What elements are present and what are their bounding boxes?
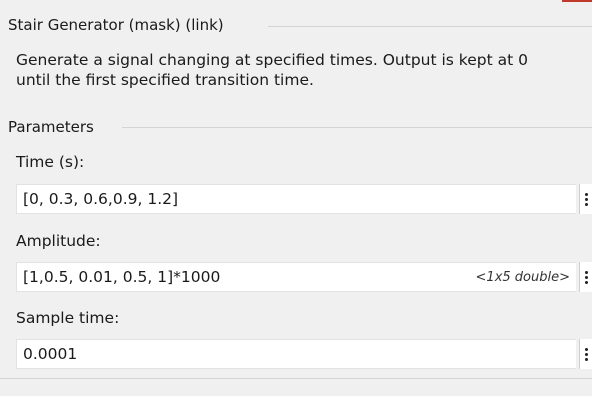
time-input[interactable]: [0, 0.3, 0.6,0.9, 1.2] (16, 184, 576, 214)
sample-time-label: Sample time: (16, 309, 120, 327)
parameters-group-title: Parameters (8, 118, 94, 136)
description-line-1: Generate a signal changing at specified … (16, 51, 528, 69)
sample-time-value: 0.0001 (23, 345, 78, 363)
parameters-separator (122, 127, 592, 128)
amplitude-input[interactable]: [1,0.5, 0.01, 0.5, 1]*1000 <1x5 double> (16, 262, 576, 292)
amplitude-size-hint: <1x5 double> (475, 269, 570, 285)
sample-time-input[interactable]: 0.0001 (16, 339, 576, 369)
time-label: Time (s): (16, 153, 85, 171)
block-title: Stair Generator (mask) (link) (8, 16, 224, 34)
time-value: [0, 0.3, 0.6,0.9, 1.2] (23, 190, 179, 208)
amplitude-label: Amplitude: (16, 232, 101, 250)
window-accent-mark (562, 0, 592, 2)
sample-time-menu-icon[interactable] (579, 339, 592, 369)
amplitude-value: [1,0.5, 0.01, 0.5, 1]*1000 (23, 268, 221, 286)
title-separator (268, 26, 592, 27)
bottom-separator (0, 378, 592, 379)
block-description: Generate a signal changing at specified … (16, 50, 588, 90)
amplitude-menu-icon[interactable] (579, 262, 592, 292)
time-menu-icon[interactable] (579, 184, 592, 214)
description-line-2: until the first specified transition tim… (16, 71, 314, 89)
